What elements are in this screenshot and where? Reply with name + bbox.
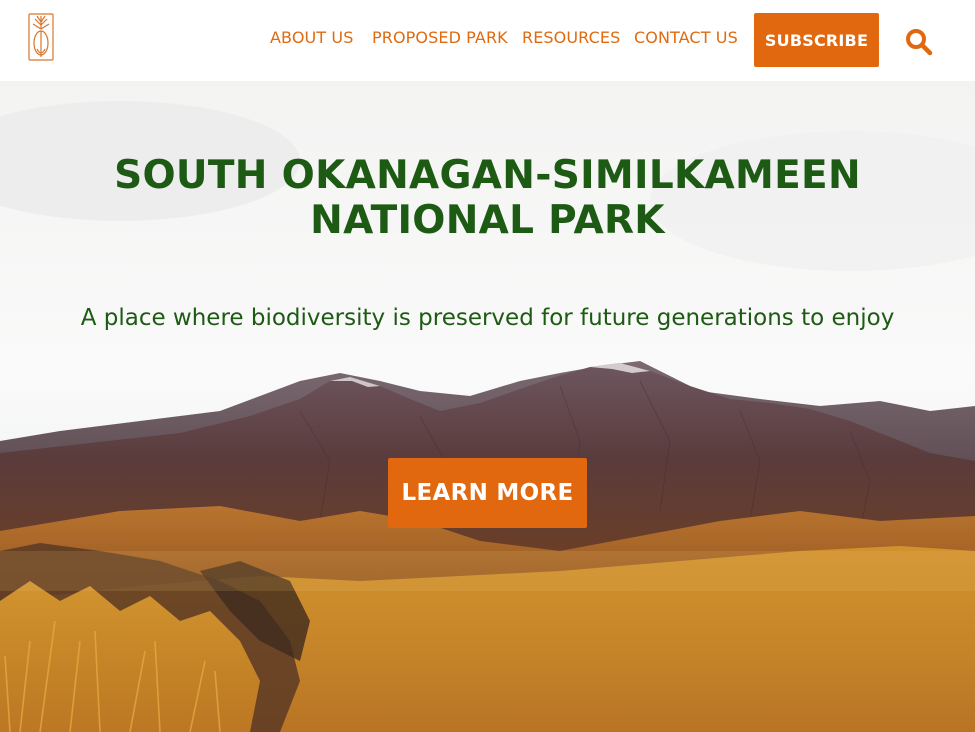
learn-more-button[interactable]: LEARN MORE <box>388 458 587 528</box>
nav-about-us[interactable]: ABOUT US <box>270 28 353 48</box>
page-title-line-1: SOUTH OKANAGAN-SIMILKAMEEN <box>114 153 861 198</box>
page: ABOUT US PROPOSED PARK RESOURCES CONTACT… <box>0 0 975 732</box>
search-icon <box>906 29 933 56</box>
search-button[interactable] <box>903 26 935 58</box>
hero-section: SOUTH OKANAGAN-SIMILKAMEEN NATIONAL PARK… <box>0 81 975 732</box>
nav-resources[interactable]: RESOURCES <box>522 28 620 48</box>
site-header: ABOUT US PROPOSED PARK RESOURCES CONTACT… <box>0 0 975 81</box>
page-title-line-2: NATIONAL PARK <box>310 198 665 243</box>
nav-proposed-park[interactable]: PROPOSED PARK <box>372 28 508 48</box>
hero-subtitle: A place where biodiversity is preserved … <box>80 305 895 331</box>
nav-contact-us[interactable]: CONTACT US <box>634 28 738 48</box>
subscribe-button[interactable]: SUBSCRIBE <box>754 13 879 67</box>
page-title: SOUTH OKANAGAN-SIMILKAMEEN NATIONAL PARK <box>0 153 975 243</box>
